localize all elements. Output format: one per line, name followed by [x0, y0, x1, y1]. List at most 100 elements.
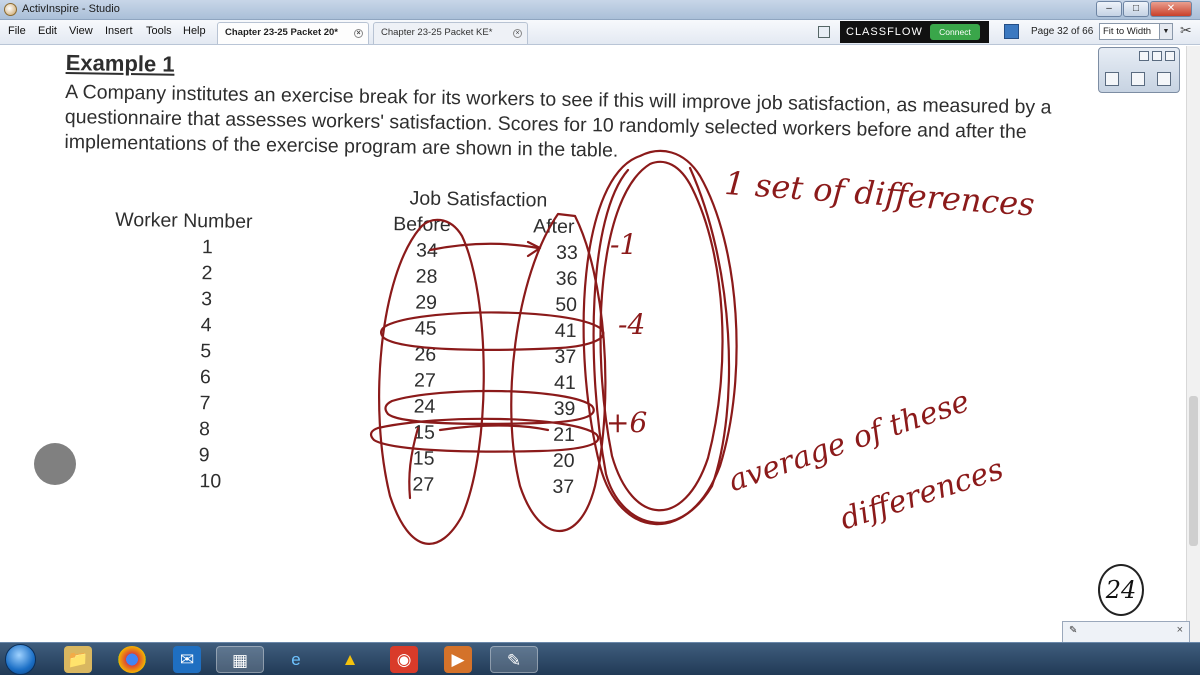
diff-note-row4: -4	[618, 308, 646, 341]
close-icon[interactable]: ×	[513, 29, 522, 38]
settings-icon[interactable]	[1152, 51, 1162, 61]
flipchart-icon[interactable]	[1004, 24, 1019, 39]
app-icon	[4, 3, 17, 16]
menu-insert[interactable]: Insert	[105, 25, 133, 37]
example-title: Example 1	[65, 49, 175, 77]
zoom-select[interactable]: Fit to Width ▼	[1099, 23, 1173, 40]
internet-explorer-icon[interactable]: e	[282, 646, 310, 673]
before-cell: 15	[412, 447, 435, 470]
worker-number-header: Worker Number	[115, 208, 253, 233]
before-header: Before	[393, 213, 451, 237]
after-cell: 41	[554, 319, 577, 343]
after-cell: 33	[555, 241, 578, 265]
window-controls: – □ ✕	[1096, 1, 1192, 17]
row8-arrow	[438, 424, 550, 432]
before-cell: 27	[412, 473, 435, 496]
scissors-icon[interactable]: ✂	[1180, 22, 1192, 39]
worker-cell: 5	[200, 340, 212, 363]
zoom-value: Fit to Width	[1103, 26, 1152, 37]
menu-tools[interactable]: Tools	[146, 25, 172, 37]
tab-packet-ke[interactable]: Chapter 23-25 Packet KE* ×	[373, 22, 528, 44]
tab-label: Chapter 23-25 Packet 20*	[225, 27, 339, 38]
before-cell: 34	[415, 239, 439, 262]
classflow-logo: CLASSFLOW	[846, 26, 923, 38]
worker-cell: 8	[198, 418, 211, 441]
close-icon[interactable]: ×	[1177, 624, 1183, 636]
tab-label: Chapter 23-25 Packet KE*	[381, 27, 493, 38]
page-browser-icon[interactable]	[1105, 72, 1119, 86]
after-cell: 21	[553, 423, 576, 447]
screen-icon[interactable]	[818, 26, 830, 38]
row1-arrow	[428, 242, 540, 252]
worker-cell: 9	[198, 444, 210, 467]
google-drive-icon[interactable]: ▲	[336, 646, 364, 673]
page-next-icon[interactable]	[1157, 72, 1171, 86]
before-cell: 15	[413, 421, 436, 444]
chevron-down-icon[interactable]: ▼	[1159, 24, 1172, 39]
set-of-differences-note: 1 set of differences	[723, 164, 1036, 224]
before-cell: 29	[415, 291, 438, 314]
worker-cell: 3	[201, 288, 213, 311]
differences-loop-third	[592, 166, 731, 524]
after-cell: 37	[552, 475, 575, 499]
tab-packet-20[interactable]: Chapter 23-25 Packet 20* ×	[217, 22, 369, 44]
worker-cell: 2	[201, 262, 213, 285]
page-indicator: Page 32 of 66	[1031, 26, 1094, 37]
scrollbar-thumb[interactable]	[1189, 396, 1198, 546]
start-button[interactable]	[5, 644, 36, 675]
worker-cell: 4	[200, 314, 212, 337]
before-cell: 27	[413, 369, 436, 392]
activinspire-icon[interactable]: ✎	[490, 646, 538, 673]
outlook-icon[interactable]: ✉	[173, 646, 201, 673]
page-prev-icon[interactable]	[1131, 72, 1145, 86]
close-icon[interactable]: ×	[354, 29, 363, 38]
page-number-circle: 24	[1098, 564, 1144, 616]
minimize-button[interactable]: –	[1096, 1, 1122, 17]
file-explorer-icon[interactable]: 📁	[64, 646, 92, 673]
pin-icon[interactable]	[1139, 51, 1149, 61]
calculator-icon[interactable]: ▦	[216, 646, 264, 673]
after-cell: 41	[553, 371, 576, 395]
close-button[interactable]: ✕	[1150, 1, 1192, 17]
diff-note-row8: +6	[606, 406, 648, 439]
document-content: Example 1 A Company institutes an exerci…	[64, 46, 1116, 498]
after-cell: 39	[553, 397, 576, 421]
after-header: After	[533, 215, 575, 239]
chrome-icon[interactable]	[118, 646, 146, 673]
worker-cell: 7	[199, 392, 211, 415]
after-cell: 20	[552, 449, 575, 473]
menu-edit[interactable]: Edit	[38, 25, 57, 37]
worker-cell: 1	[201, 236, 214, 259]
recorder-icon: ✎	[1069, 625, 1078, 636]
worker-cell: 6	[199, 366, 211, 389]
differences-loop-outer	[582, 149, 738, 526]
before-cell: 26	[414, 343, 437, 366]
problem-text: A Company institutes an exercise break f…	[64, 80, 1052, 162]
floating-toolbox[interactable]	[1098, 47, 1180, 93]
window-title: ActivInspire - Studio	[22, 3, 120, 15]
before-cell: 28	[415, 265, 438, 288]
diff-note-row1: -1	[610, 228, 638, 261]
vertical-scrollbar[interactable]	[1186, 46, 1200, 642]
after-cell: 37	[554, 345, 577, 369]
pointer-cursor-dot	[34, 443, 76, 485]
video-player-icon[interactable]: ▶	[444, 646, 472, 673]
worker-cell: 10	[199, 470, 222, 493]
maximize-button[interactable]: □	[1123, 1, 1149, 17]
close-icon[interactable]	[1165, 51, 1175, 61]
connect-button[interactable]: Connect	[930, 24, 980, 40]
before-cell: 24	[413, 395, 436, 418]
job-satisfaction-header: Job Satisfaction	[409, 187, 548, 212]
taskbar: 📁 ✉ ▦ e ▲ ◉ ▶ ✎	[0, 642, 1200, 675]
after-cell: 50	[555, 293, 578, 317]
flipchart-page[interactable]: Example 1 A Company institutes an exerci…	[0, 46, 1186, 642]
classflow-bar: CLASSFLOW Connect	[840, 21, 989, 43]
before-cell: 45	[414, 317, 437, 340]
menu-help[interactable]: Help	[183, 25, 206, 37]
media-app-icon[interactable]: ◉	[390, 646, 418, 673]
menu-file[interactable]: File	[8, 25, 26, 37]
after-cell: 36	[555, 267, 578, 291]
menu-bar: File Edit View Insert Tools Help Chapter…	[0, 20, 1200, 45]
menu-view[interactable]: View	[69, 25, 93, 37]
title-bar: ActivInspire - Studio – □ ✕	[0, 0, 1200, 20]
